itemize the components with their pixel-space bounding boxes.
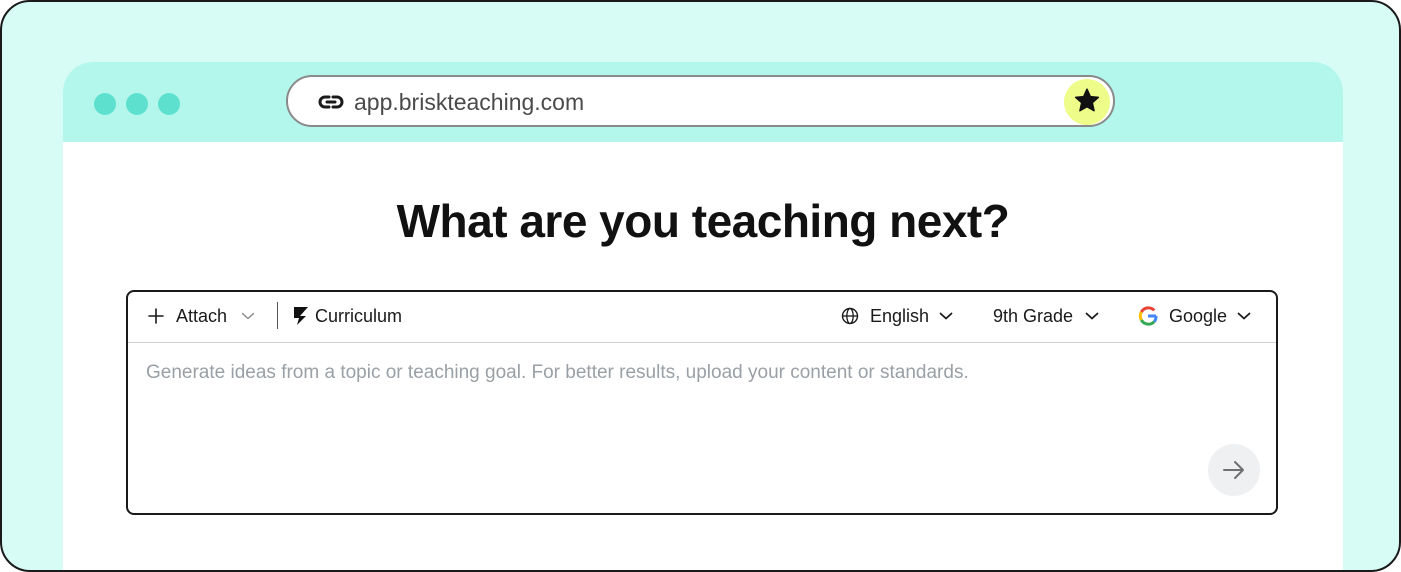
browser-titlebar: app.briskteaching.com xyxy=(63,62,1343,142)
globe-icon xyxy=(841,307,859,325)
language-label: English xyxy=(870,305,930,326)
window-minimize-dot[interactable] xyxy=(126,93,148,115)
prompt-toolbar: Attach Curriculum English 9th Grade Goog… xyxy=(128,292,1276,343)
page-title: What are you teaching next? xyxy=(396,195,1010,247)
address-bar[interactable]: app.briskteaching.com xyxy=(286,75,1115,127)
grade-label: 9th Grade xyxy=(993,305,1074,326)
curriculum-label: Curriculum xyxy=(315,305,403,326)
prompt-input[interactable]: Generate ideas from a topic or teaching … xyxy=(146,362,969,384)
chevron-down-icon xyxy=(1085,312,1099,320)
chevron-down-icon xyxy=(939,312,953,320)
grade-select[interactable]: 9th Grade xyxy=(993,292,1099,340)
plus-icon xyxy=(148,308,164,324)
arrow-right-icon xyxy=(1223,461,1244,479)
toolbar-divider xyxy=(277,302,278,329)
window-close-dot[interactable] xyxy=(94,93,116,115)
language-select[interactable]: English xyxy=(841,292,953,340)
bookmark-button[interactable] xyxy=(1064,79,1110,125)
link-icon xyxy=(318,92,344,112)
window-maximize-dot[interactable] xyxy=(158,93,180,115)
brisk-logo-icon xyxy=(294,307,308,325)
outer-frame: app.briskteaching.com What are you teach… xyxy=(0,0,1401,572)
integration-label: Google xyxy=(1169,305,1228,326)
chevron-down-icon xyxy=(1237,312,1251,320)
integration-select[interactable]: Google xyxy=(1138,292,1251,340)
send-button[interactable] xyxy=(1208,444,1260,496)
browser-window: app.briskteaching.com What are you teach… xyxy=(63,62,1343,570)
curriculum-button[interactable]: Curriculum xyxy=(293,292,408,340)
chevron-down-icon xyxy=(241,312,255,320)
star-icon xyxy=(1074,88,1100,112)
google-g-icon xyxy=(1138,306,1158,326)
url-text[interactable]: app.briskteaching.com xyxy=(354,89,584,116)
attach-button[interactable]: Attach xyxy=(148,292,255,340)
attach-label: Attach xyxy=(176,305,228,326)
prompt-panel: Attach Curriculum English 9th Grade Goog… xyxy=(126,290,1278,515)
